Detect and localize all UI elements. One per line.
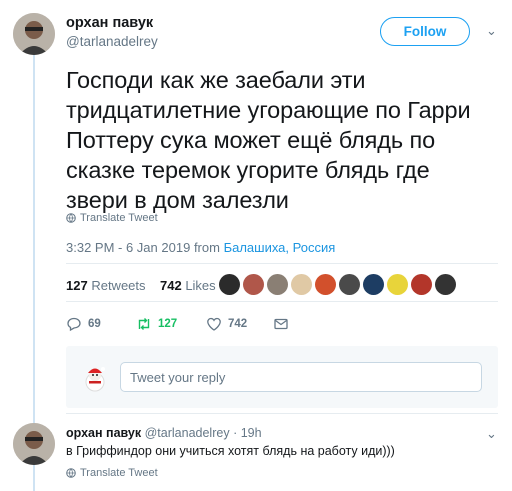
reply-author-name[interactable]: орхан павук: [66, 426, 141, 440]
reply-input[interactable]: [120, 362, 482, 392]
retweet-icon: [138, 318, 150, 330]
liker-avatar[interactable]: [315, 274, 336, 295]
reply-chevron-down-icon[interactable]: ⌄: [486, 426, 497, 442]
author-avatar[interactable]: [13, 13, 55, 55]
dm-action[interactable]: [273, 316, 289, 332]
reply-icon: [67, 317, 81, 332]
from-label: from: [193, 240, 220, 255]
reply-header: орхан павук @tarlanadelrey · 19h: [66, 426, 262, 440]
divider: [66, 413, 498, 414]
liker-avatar[interactable]: [243, 274, 264, 295]
tweet-stats: 127 Retweets 742 Likes: [66, 278, 216, 293]
liker-avatar[interactable]: [291, 274, 312, 295]
liker-avatar[interactable]: [435, 274, 456, 295]
globe-icon: [66, 468, 76, 478]
translate-label: Translate Tweet: [80, 212, 158, 224]
reply-text: в Гриффиндор они учиться хотят блядь на …: [66, 444, 395, 458]
tweet-actions: 69 127 742: [66, 316, 306, 336]
heart-icon: [207, 317, 221, 331]
liker-avatar[interactable]: [339, 274, 360, 295]
reply-translate-label: Translate Tweet: [80, 467, 158, 479]
liker-avatar[interactable]: [411, 274, 432, 295]
liker-avatar[interactable]: [267, 274, 288, 295]
tweet-text: Господи как же заебали эти тридцатилетни…: [66, 67, 471, 213]
location-link[interactable]: Балашиха, Россия: [224, 240, 336, 255]
current-user-avatar[interactable]: [80, 363, 110, 393]
globe-icon: [66, 213, 76, 223]
reply-action[interactable]: 69: [66, 316, 101, 332]
likes-stat[interactable]: 742 Likes: [160, 278, 216, 293]
liker-avatar[interactable]: [387, 274, 408, 295]
like-action[interactable]: 742: [206, 316, 247, 332]
author-name[interactable]: орхан павук: [66, 15, 153, 31]
author-handle[interactable]: @tarlanadelrey: [66, 34, 158, 49]
chevron-down-icon[interactable]: ⌄: [486, 23, 497, 39]
liker-avatar[interactable]: [219, 274, 240, 295]
reply-translate-link[interactable]: Translate Tweet: [66, 467, 158, 479]
timestamp[interactable]: 3:32 PM - 6 Jan 2019: [66, 240, 190, 255]
follow-button[interactable]: Follow: [380, 17, 470, 46]
tweet-meta: 3:32 PM - 6 Jan 2019 from Балашиха, Росс…: [66, 240, 335, 255]
translate-tweet-link[interactable]: Translate Tweet: [66, 212, 158, 224]
divider: [66, 301, 498, 302]
retweet-action[interactable]: 127: [136, 316, 177, 332]
reply-time[interactable]: · 19h: [233, 426, 262, 440]
reply-author-handle[interactable]: @tarlanadelrey: [145, 426, 230, 440]
liker-avatar[interactable]: [363, 274, 384, 295]
divider: [66, 263, 498, 264]
envelope-icon: [274, 318, 288, 330]
reply-author-avatar[interactable]: [13, 423, 55, 465]
retweets-stat[interactable]: 127 Retweets: [66, 278, 146, 293]
likers-avatars: [219, 274, 456, 295]
